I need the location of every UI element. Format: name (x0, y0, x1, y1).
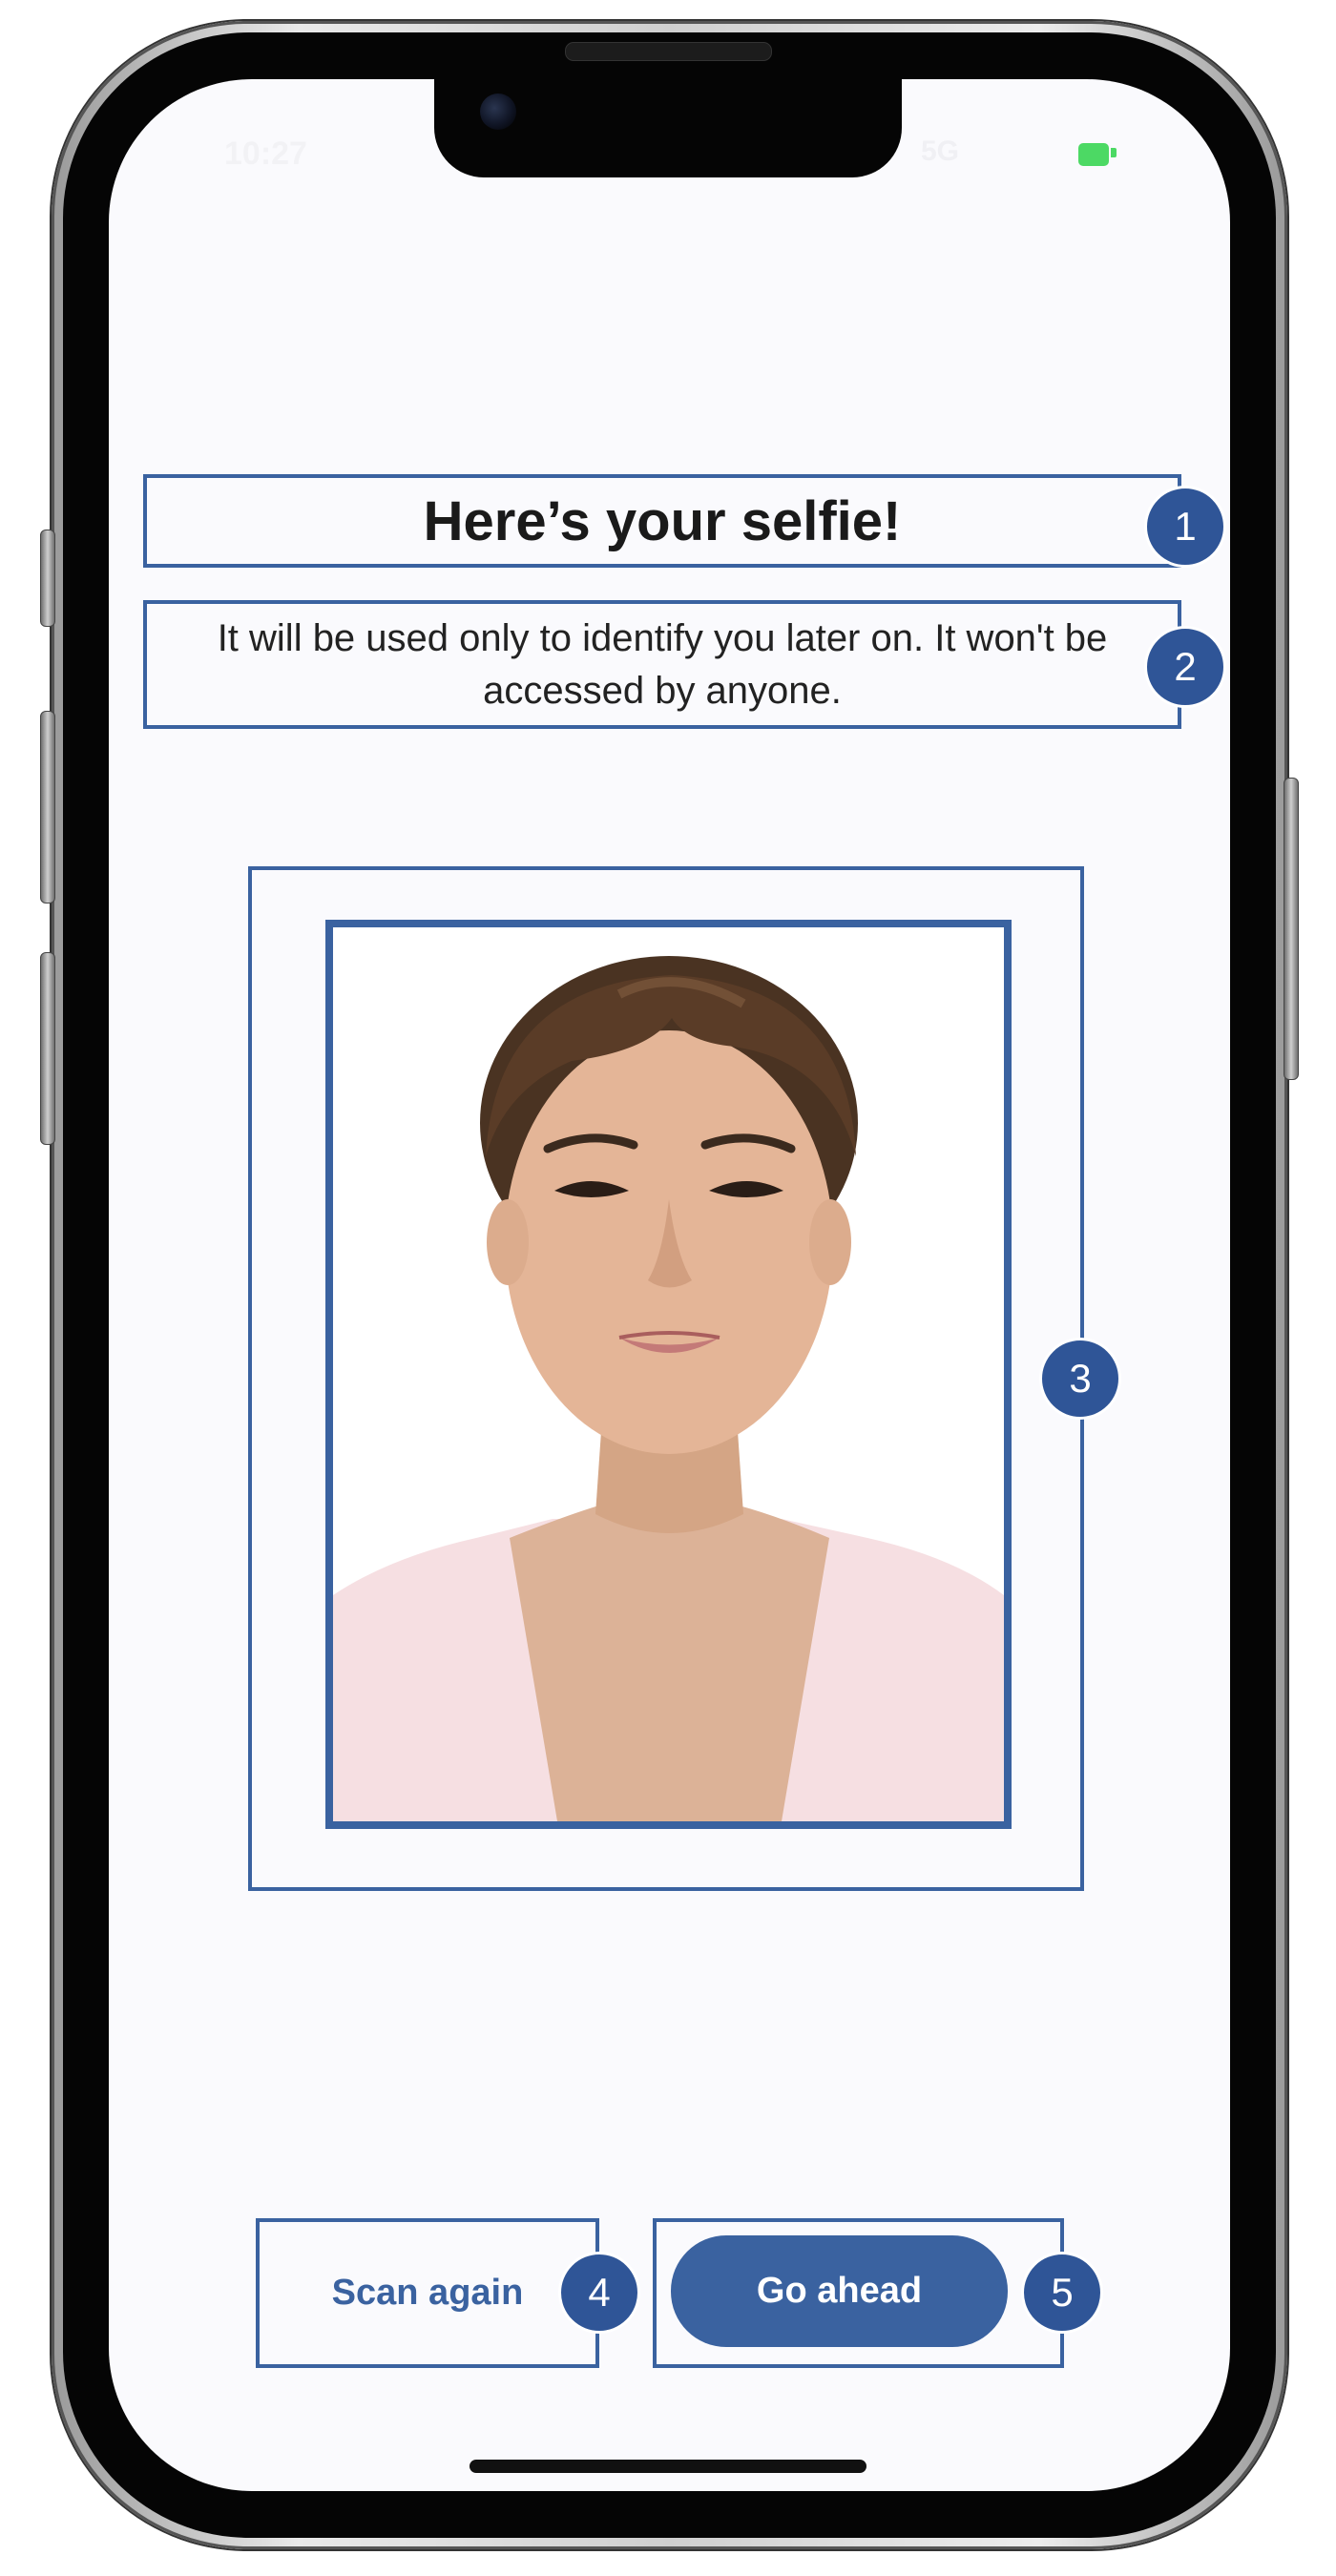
annotation-badge-2: 2 (1144, 626, 1226, 708)
go-ahead-annotation-box: Go ahead (653, 2218, 1064, 2368)
annotation-badge-3: 3 (1039, 1338, 1121, 1420)
power-button (1284, 778, 1299, 1080)
page-title: Here’s your selfie! (423, 489, 902, 552)
home-indicator[interactable] (470, 2460, 866, 2473)
front-camera-icon (480, 93, 516, 130)
volume-up-button (40, 711, 55, 904)
battery-icon (1078, 143, 1109, 166)
volume-down-button (40, 952, 55, 1145)
title-annotation-box: Here’s your selfie! (143, 474, 1181, 568)
annotation-badge-1: 1 (1144, 486, 1226, 568)
go-ahead-button[interactable]: Go ahead (671, 2235, 1008, 2347)
scan-again-button[interactable]: Scan again (260, 2222, 595, 2364)
earpiece-speaker (565, 42, 772, 61)
status-time: 10:27 (224, 135, 307, 172)
scan-again-annotation-box: Scan again (256, 2218, 599, 2368)
battery-tip-icon (1111, 148, 1117, 157)
annotation-badge-4: 4 (558, 2252, 640, 2334)
annotation-badge-5: 5 (1021, 2252, 1103, 2334)
signal-indicator: 5G (921, 135, 960, 167)
selfie-photo (325, 920, 1012, 1829)
selfie-portrait (333, 927, 1004, 1821)
silent-switch (40, 530, 55, 627)
page-subtitle: It will be used only to identify you lat… (217, 616, 1108, 712)
subtitle-annotation-box: It will be used only to identify you lat… (143, 600, 1181, 729)
